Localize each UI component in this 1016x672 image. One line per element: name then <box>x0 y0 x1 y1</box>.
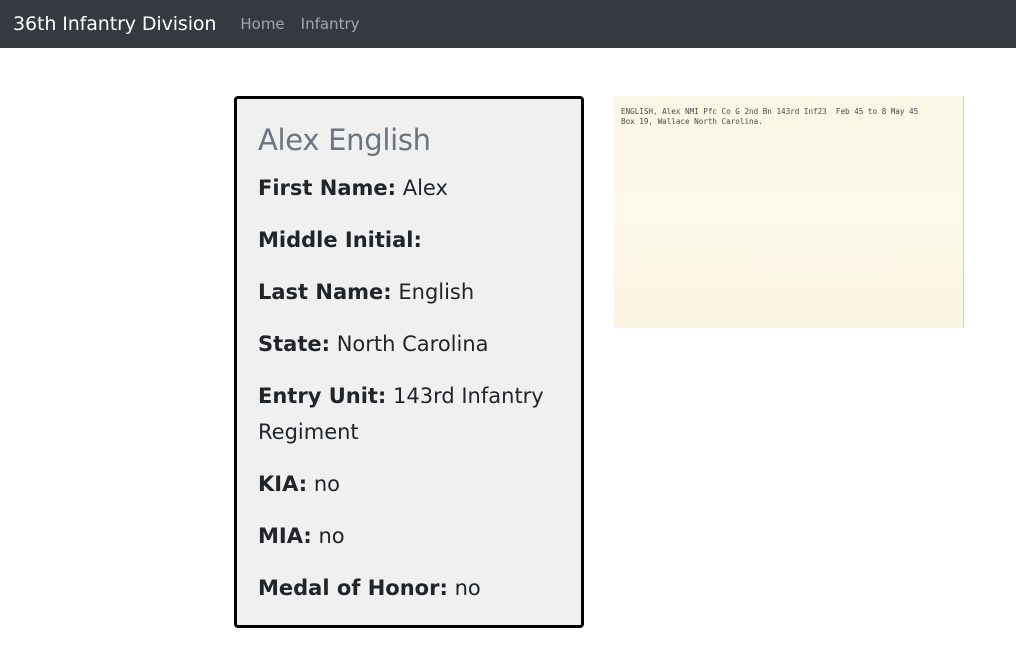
field-label: KIA: <box>258 472 308 496</box>
field-label: Last Name: <box>258 280 392 304</box>
scanned-record-card-image: ENGLISH, Alex NMI Pfc Co G 2nd Bn 143rd … <box>614 96 964 328</box>
soldier-name-title: Alex English <box>258 123 431 157</box>
top-navbar: 36th Infantry Division Home Infantry <box>0 0 1016 48</box>
field-mia: MIA: no <box>258 518 561 554</box>
record-card-line-2: Box 19, Wallace North Carolina. <box>621 117 763 126</box>
soldier-card: Alex English First Name: Alex Middle Ini… <box>234 96 584 628</box>
navbar-brand[interactable]: 36th Infantry Division <box>13 13 216 35</box>
nav-link-infantry[interactable]: Infantry <box>301 15 360 33</box>
field-last-name: Last Name: English <box>258 274 561 310</box>
field-label: First Name: <box>258 176 397 200</box>
field-label: Middle Initial: <box>258 228 422 252</box>
field-middle-initial: Middle Initial: <box>258 222 561 258</box>
field-value: North Carolina <box>336 332 489 356</box>
field-first-name: First Name: Alex <box>258 170 561 206</box>
nav-link-home[interactable]: Home <box>240 15 284 33</box>
field-value: no <box>318 524 345 548</box>
field-label: State: <box>258 332 331 356</box>
field-label: MIA: <box>258 524 312 548</box>
field-label: Entry Unit: <box>258 384 387 408</box>
field-value: no <box>313 472 340 496</box>
record-card-line-1: ENGLISH, Alex NMI Pfc Co G 2nd Bn 143rd … <box>621 107 919 116</box>
field-value: no <box>454 576 481 600</box>
field-value: Alex <box>402 176 448 200</box>
field-label: Medal of Honor: <box>258 576 448 600</box>
field-entry-unit: Entry Unit: 143rd Infantry Regiment <box>258 378 561 450</box>
field-kia: KIA: no <box>258 466 561 502</box>
field-state: State: North Carolina <box>258 326 561 362</box>
field-medal-of-honor: Medal of Honor: no <box>258 570 561 606</box>
field-value: English <box>398 280 475 304</box>
